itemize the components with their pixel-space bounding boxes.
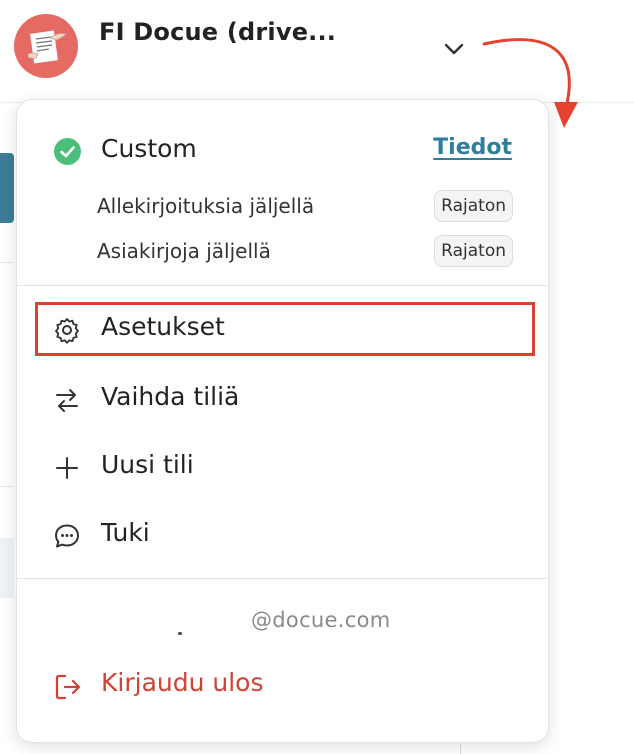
- quota-row-documents: Asiakirjoja jäljellä Rajaton: [97, 235, 513, 267]
- quota-badge: Rajaton: [434, 235, 513, 267]
- menu-item-label: Vaihda tiliä: [101, 382, 240, 411]
- plan-name: Custom: [101, 134, 197, 163]
- menu-item-settings[interactable]: Asetukset: [17, 300, 548, 356]
- background-highlight-fragment: [0, 538, 14, 598]
- account-name[interactable]: FI Docue (drive...: [99, 18, 336, 46]
- quota-label: Allekirjoituksia jäljellä: [97, 194, 315, 218]
- check-circle-icon: [54, 138, 81, 165]
- quota-label: Asiakirjoja jäljellä: [97, 239, 271, 263]
- document-hand-icon: [27, 30, 67, 64]
- chat-bubble-icon: [55, 524, 79, 548]
- chevron-down-icon[interactable]: [441, 38, 467, 60]
- menu-item-label: Asetukset: [101, 312, 225, 341]
- quota-badge: Rajaton: [434, 190, 513, 222]
- logout-icon: [55, 674, 81, 700]
- email-redacted-fragment: [178, 632, 182, 635]
- menu-item-label: Uusi tili: [101, 450, 194, 479]
- gear-icon: [55, 318, 79, 344]
- menu-item-new-account[interactable]: Uusi tili: [17, 438, 548, 494]
- account-dropdown-menu: Custom Tiedot Allekirjoituksia jäljellä …: [16, 99, 549, 743]
- quota-row-signatures: Allekirjoituksia jäljellä Rajaton: [97, 190, 513, 222]
- menu-divider: [17, 578, 548, 579]
- swap-arrows-icon: [56, 389, 78, 412]
- background-panel-fragment: [0, 153, 14, 223]
- plan-details-link[interactable]: Tiedot: [433, 135, 512, 160]
- plus-icon: [56, 457, 78, 479]
- logout-label: Kirjaudu ulos: [101, 668, 264, 697]
- plan-summary: Custom Tiedot: [17, 100, 548, 200]
- menu-item-support[interactable]: Tuki: [17, 506, 548, 562]
- account-email: @docue.com: [17, 608, 548, 638]
- menu-item-label: Tuki: [101, 518, 150, 547]
- email-text: @docue.com: [251, 608, 391, 632]
- logout-button[interactable]: Kirjaudu ulos: [17, 660, 548, 716]
- background-card-fragment: [0, 262, 14, 487]
- avatar[interactable]: [14, 14, 78, 78]
- menu-item-switch-account[interactable]: Vaihda tiliä: [17, 370, 548, 426]
- menu-divider: [17, 285, 548, 286]
